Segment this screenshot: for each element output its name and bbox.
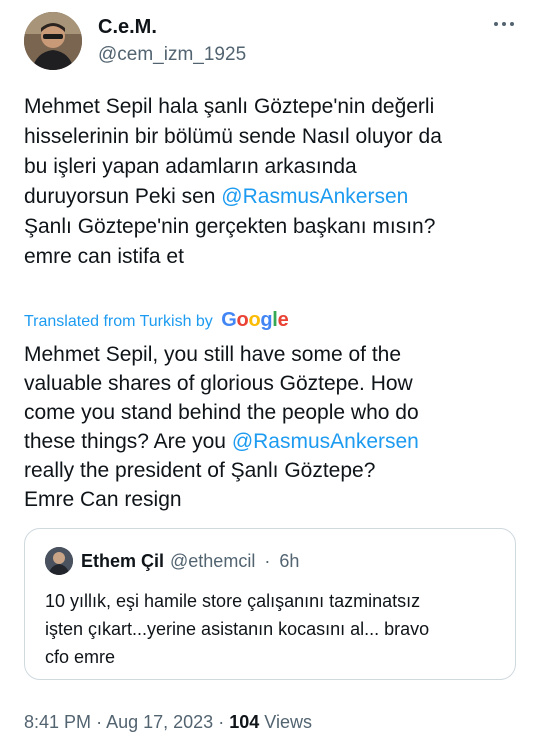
translation-attribution: Translated from Turkish by Google [24,308,289,334]
translation-line: Mehmet Sepil, you still have some of the [24,343,402,366]
quoted-text: 10 yıllık, eşi hamile store çalışanını t… [45,587,505,671]
quoted-line: cfo emre [45,647,116,667]
mention-link[interactable]: @RasmusAnkersen [232,430,419,453]
tweet-translation: Mehmet Sepil, you still have some of the… [24,340,529,514]
translation-line-with-mention: these things? Are you @RasmusAnkersen [24,427,529,456]
author-display-name[interactable]: C.e.M. [98,14,246,40]
quoted-separator: · [264,551,271,571]
tweet-time[interactable]: 8:41 PM [24,712,91,732]
footer-separator: · [218,712,225,732]
google-logo: Google [221,309,289,331]
avatar-photo [24,12,82,70]
quoted-avatar [45,547,73,575]
quoted-line: işten çıkart...yerine asistanın kocasını… [45,619,430,639]
tweet-line: bu işleri yapan adamların arkasında [24,155,357,178]
tweet-date[interactable]: Aug 17, 2023 [106,712,213,732]
quoted-handle: @ethemcil [170,551,256,571]
quoted-time: 6h [279,551,300,571]
quoted-tweet-card[interactable]: Ethem Çil @ethemcil · 6h 10 yıllık, eşi h… [24,528,516,680]
tweet-line: emre can istifa et [24,245,184,268]
author-names: C.e.M. @cem_izm_1925 [98,14,246,68]
translation-line: valuable shares of glorious Göztepe. How [24,372,413,395]
quoted-header: Ethem Çil @ethemcil · 6h [81,547,299,575]
quoted-display-name: Ethem Çil [81,551,165,571]
avatar[interactable] [24,12,82,70]
quoted-avatar-photo [45,547,73,575]
tweet-header: C.e.M. @cem_izm_1925 [24,12,524,72]
translation-line: really the president of Şanlı Göztepe? [24,459,376,482]
tweet-footer: 8:41 PM · Aug 17, 2023 · 104 Views [24,708,312,736]
more-horizontal-icon[interactable] [494,18,518,30]
views-count: 104 [229,712,260,732]
line-prefix: these things? Are you [24,430,232,453]
views-label: Views [264,712,312,732]
tweet-line-with-mention: duruyorsun Peki sen @RasmusAnkersen [24,182,529,212]
translated-label: Translated from Turkish by [24,313,213,330]
mention-link[interactable]: @RasmusAnkersen [221,185,408,208]
author-handle[interactable]: @cem_izm_1925 [98,42,246,68]
quoted-line: 10 yıllık, eşi hamile store çalışanını t… [45,591,421,611]
tweet-original-text: Mehmet Sepil hala şanlı Göztepe'nin değe… [24,92,529,272]
translation-line: Emre Can resign [24,488,182,511]
translation-line: come you stand behind the people who do [24,401,419,424]
tweet-line: Şanlı Göztepe'nin gerçekten başkanı mısı… [24,215,436,238]
footer-separator: · [96,712,103,732]
tweet-line: hisselerinin bir bölümü sende Nasıl oluy… [24,125,442,148]
tweet-line: Mehmet Sepil hala şanlı Göztepe'nin değe… [24,95,435,118]
line-prefix: duruyorsun Peki sen [24,185,222,208]
